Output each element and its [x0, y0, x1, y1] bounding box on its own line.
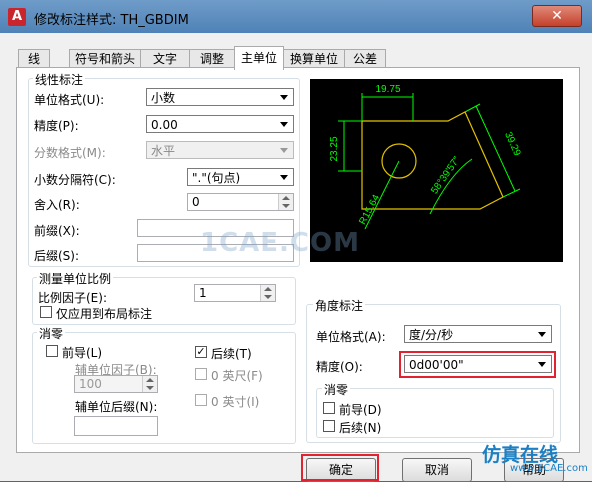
round-off-label: 舍入(R): [34, 198, 80, 212]
angular-leading-label: 前导(D) [339, 403, 382, 417]
close-button[interactable]: ✕ [532, 5, 582, 27]
tab-primary-units[interactable]: 主单位 [234, 46, 284, 70]
sub-unit-factor-spinner[interactable]: 100 [74, 375, 158, 393]
angular-trailing-checkbox[interactable] [323, 420, 335, 432]
angular-unit-format-value: 度/分/秒 [409, 328, 454, 342]
fraction-format-dropdown[interactable]: 水平 [146, 141, 294, 159]
tab-text[interactable]: 文字 [140, 49, 190, 69]
watermark-text: 1CAE.COM [200, 228, 360, 258]
angular-precision-label: 精度(O): [316, 360, 363, 374]
angular-zero-group-label: 消零 [322, 381, 351, 398]
angular-group-label: 角度标注 [313, 297, 366, 314]
dim-text-angle: 58°39'57" [429, 155, 463, 197]
chevron-down-icon [538, 332, 546, 337]
suffix-label: 后缀(S): [34, 249, 80, 263]
sub-unit-suffix-label: 辅单位后缀(N): [75, 400, 158, 414]
layout-only-checkbox[interactable] [40, 306, 52, 318]
angular-leading-checkbox[interactable] [323, 402, 335, 414]
unit-format-label: 单位格式(U): [34, 93, 105, 107]
leading-zero-label: 前导(L) [62, 346, 103, 360]
trailing-zero-checkbox[interactable]: ✓ [195, 346, 207, 358]
zero-feet-checkbox[interactable] [195, 368, 207, 380]
precision-highlight-box [399, 351, 556, 378]
scale-factor-spinner[interactable]: 1 [194, 284, 276, 302]
round-off-value: 0 [192, 195, 200, 209]
chevron-down-icon [280, 95, 288, 100]
tab-symbols-arrows[interactable]: 符号和箭头 [69, 49, 141, 69]
chevron-down-icon [280, 148, 288, 153]
angular-unit-format-dropdown[interactable]: 度/分/秒 [404, 325, 552, 343]
round-off-spinner[interactable]: 0 [187, 193, 294, 211]
dim-text-slant: 39.29 [502, 130, 522, 158]
chevron-down-icon [280, 122, 288, 127]
tab-alternate-units[interactable]: 换算单位 [283, 49, 345, 69]
ok-highlight-box [301, 454, 379, 481]
scale-group-label: 测量单位比例 [37, 270, 114, 287]
decimal-separator-value: "."(句点) [192, 171, 241, 185]
zero-group-label: 消零 [37, 325, 66, 342]
dialog-window: A 修改标注样式: TH_GBDIM ✕ 线 符号和箭头 文字 调整 主单位 换… [0, 0, 592, 482]
linear-group-label: 线性标注 [33, 71, 86, 88]
unit-format-value: 小数 [151, 91, 176, 105]
spin-arrows-icon[interactable] [278, 194, 293, 210]
trailing-zero-label: 后续(T) [211, 347, 252, 361]
cancel-button[interactable]: 取消 [402, 458, 472, 482]
brand-url: www.1CAE.com [510, 463, 588, 474]
zero-inch-checkbox[interactable] [195, 394, 207, 406]
precision-dropdown[interactable]: 0.00 [146, 115, 294, 133]
leading-zero-checkbox[interactable] [46, 345, 58, 357]
fraction-format-value: 水平 [151, 144, 176, 158]
layout-only-label: 仅应用到布局标注 [56, 307, 153, 321]
preview-geometry [361, 111, 504, 210]
window-title: 修改标注样式: TH_GBDIM [34, 13, 189, 28]
unit-format-dropdown[interactable]: 小数 [146, 88, 294, 106]
decimal-separator-dropdown[interactable]: "."(句点) [187, 168, 294, 186]
tab-fit[interactable]: 调整 [189, 49, 235, 69]
tab-lines[interactable]: 线 [18, 49, 50, 69]
angular-unit-format-label: 单位格式(A): [316, 330, 386, 344]
precision-value: 0.00 [151, 118, 178, 132]
spin-arrows-icon[interactable] [142, 376, 157, 392]
dim-text-radius: R15.64 [357, 193, 382, 227]
title-bar: A 修改标注样式: TH_GBDIM ✕ [0, 0, 592, 33]
prefix-label: 前缀(X): [34, 224, 80, 238]
dim-text-width: 19.75 [375, 84, 400, 95]
zero-feet-label: 0 英尺(F) [211, 369, 263, 383]
precision-label: 精度(P): [34, 119, 79, 133]
decimal-separator-label: 小数分隔符(C): [34, 173, 116, 187]
sub-unit-factor-value: 100 [79, 377, 102, 391]
dim-text-height: 23.25 [329, 136, 340, 161]
zero-inch-label: 0 英寸(I) [211, 395, 260, 409]
angular-trailing-label: 后续(N) [339, 421, 382, 435]
spin-arrows-icon[interactable] [260, 285, 275, 301]
autocad-logo-icon: A [8, 8, 26, 26]
sub-unit-suffix-input[interactable] [74, 416, 158, 436]
fraction-format-label: 分数格式(M): [34, 146, 106, 160]
scale-factor-value: 1 [199, 286, 207, 300]
tab-tolerances[interactable]: 公差 [344, 49, 386, 69]
scale-factor-label: 比例因子(E): [38, 291, 107, 305]
chevron-down-icon [280, 175, 288, 180]
checkmark-icon: ✓ [196, 345, 206, 358]
